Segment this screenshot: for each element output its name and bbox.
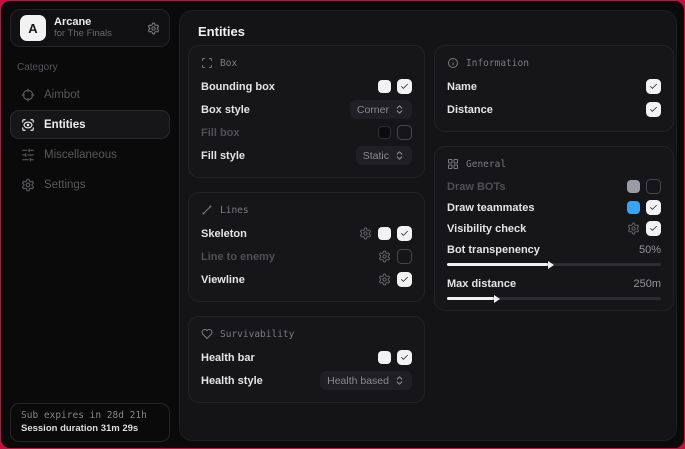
brand-logo: A bbox=[20, 15, 46, 41]
draw-teammates-color-swatch[interactable] bbox=[627, 201, 640, 214]
sidebar-item-label: Entities bbox=[44, 119, 86, 131]
sidebar-item-label: Settings bbox=[44, 179, 86, 191]
setting-row-distance: Distance bbox=[447, 98, 661, 121]
health-bar-checkbox[interactable] bbox=[397, 350, 412, 365]
line-to-enemy-checkbox[interactable] bbox=[397, 249, 412, 264]
sidebar-item-miscellaneous[interactable]: Miscellaneous bbox=[10, 140, 170, 169]
box-corners-icon bbox=[201, 57, 213, 69]
name-checkbox[interactable] bbox=[646, 79, 661, 94]
setting-row-fill-style: Fill style Static bbox=[201, 144, 412, 167]
chevrons-up-down-icon bbox=[394, 104, 405, 115]
skeleton-color-swatch[interactable] bbox=[378, 227, 391, 240]
chevrons-up-down-icon bbox=[394, 150, 405, 161]
information-section: Information Name Distance bbox=[434, 45, 674, 132]
page-title: Entities bbox=[198, 24, 245, 39]
app-window: A Arcane for The Finals Category Aimbot … bbox=[1, 1, 684, 448]
skeleton-gear-icon[interactable] bbox=[359, 227, 372, 240]
scan-eye-icon bbox=[21, 118, 35, 132]
gear-icon bbox=[21, 178, 35, 192]
setting-row-skeleton: Skeleton bbox=[201, 222, 412, 245]
bounding-box-color-swatch[interactable] bbox=[378, 80, 391, 93]
sub-expires-text: Sub expires in 28d 21h bbox=[21, 410, 159, 421]
subscription-card: Sub expires in 28d 21h Session duration … bbox=[10, 403, 170, 442]
crosshair-icon bbox=[21, 88, 35, 102]
general-section: General Draw BOTs Draw teammates bbox=[434, 146, 674, 311]
main-panel: Entities Box Bounding box bbox=[179, 10, 677, 441]
viewline-checkbox[interactable] bbox=[397, 272, 412, 287]
check-icon bbox=[400, 353, 409, 362]
setting-row-visibility-check: Visibility check bbox=[447, 218, 661, 239]
visibility-gear-icon[interactable] bbox=[627, 222, 640, 235]
viewline-gear-icon[interactable] bbox=[378, 273, 391, 286]
diagonal-line-icon bbox=[201, 204, 213, 216]
section-title: Lines bbox=[220, 205, 249, 216]
brand-subtitle: for The Finals bbox=[54, 29, 112, 40]
brand-title: Arcane bbox=[54, 16, 112, 29]
check-icon bbox=[400, 275, 409, 284]
chevrons-up-down-icon bbox=[394, 375, 405, 386]
section-title: Box bbox=[220, 58, 237, 69]
sidebar: A Arcane for The Finals Category Aimbot … bbox=[1, 1, 179, 448]
section-title: Survivability bbox=[220, 329, 294, 340]
skeleton-checkbox[interactable] bbox=[397, 226, 412, 241]
setting-row-box-style: Box style Corner bbox=[201, 98, 412, 121]
slider-thumb[interactable] bbox=[548, 261, 554, 269]
setting-row-bounding-box: Bounding box bbox=[201, 75, 412, 98]
heart-icon bbox=[201, 328, 213, 340]
section-title: Information bbox=[466, 58, 529, 69]
distance-checkbox[interactable] bbox=[646, 102, 661, 117]
max-distance-slider-group: Max distance 250m bbox=[447, 275, 661, 300]
draw-bots-color-swatch[interactable] bbox=[627, 180, 640, 193]
sidebar-item-settings[interactable]: Settings bbox=[10, 170, 170, 199]
health-bar-color-swatch[interactable] bbox=[378, 351, 391, 364]
draw-teammates-checkbox[interactable] bbox=[646, 200, 661, 215]
section-title: General bbox=[466, 159, 506, 170]
bot-transparency-slider[interactable] bbox=[447, 263, 661, 266]
lines-section: Lines Skeleton Line to enemy bbox=[188, 192, 425, 302]
check-icon bbox=[649, 82, 658, 91]
setting-row-viewline: Viewline bbox=[201, 268, 412, 291]
fill-box-color-swatch[interactable] bbox=[378, 126, 391, 139]
draw-bots-checkbox[interactable] bbox=[646, 179, 661, 194]
bounding-box-checkbox[interactable] bbox=[397, 79, 412, 94]
category-label: Category bbox=[17, 62, 170, 73]
setting-row-name: Name bbox=[447, 75, 661, 98]
setting-row-health-bar: Health bar bbox=[201, 346, 412, 369]
max-distance-value: 250m bbox=[633, 278, 661, 290]
bot-transparency-value: 50% bbox=[639, 244, 661, 256]
survivability-section: Survivability Health bar Health style bbox=[188, 316, 425, 403]
sidebar-item-label: Aimbot bbox=[44, 89, 80, 101]
brand-gear-icon[interactable] bbox=[147, 22, 160, 35]
visibility-check-checkbox[interactable] bbox=[646, 221, 661, 236]
check-icon bbox=[649, 105, 658, 114]
max-distance-slider[interactable] bbox=[447, 297, 661, 300]
sidebar-item-aimbot[interactable]: Aimbot bbox=[10, 80, 170, 109]
setting-row-fill-box: Fill box bbox=[201, 121, 412, 144]
check-icon bbox=[400, 229, 409, 238]
check-icon bbox=[649, 224, 658, 233]
setting-row-draw-teammates: Draw teammates bbox=[447, 197, 661, 218]
box-section: Box Bounding box Box style Cor bbox=[188, 45, 425, 178]
check-icon bbox=[649, 203, 658, 212]
info-icon bbox=[447, 57, 459, 69]
setting-row-health-style: Health style Health based bbox=[201, 369, 412, 392]
sidebar-item-entities[interactable]: Entities bbox=[10, 110, 170, 139]
brand-card: A Arcane for The Finals bbox=[10, 9, 170, 47]
check-icon bbox=[400, 82, 409, 91]
sidebar-item-label: Miscellaneous bbox=[44, 149, 117, 161]
session-duration-text: Session duration 31m 29s bbox=[21, 423, 159, 434]
bot-transparency-slider-group: Bot transpenency 50% bbox=[447, 241, 661, 266]
health-style-select[interactable]: Health based bbox=[320, 371, 412, 390]
setting-row-draw-bots: Draw BOTs bbox=[447, 176, 661, 197]
fill-style-select[interactable]: Static bbox=[356, 146, 412, 165]
sliders-icon bbox=[21, 148, 35, 162]
grid-dots-icon bbox=[447, 158, 459, 170]
line-to-enemy-gear-icon[interactable] bbox=[378, 250, 391, 263]
fill-box-checkbox[interactable] bbox=[397, 125, 412, 140]
setting-row-line-to-enemy: Line to enemy bbox=[201, 245, 412, 268]
box-style-select[interactable]: Corner bbox=[350, 100, 412, 119]
slider-thumb[interactable] bbox=[494, 295, 500, 303]
